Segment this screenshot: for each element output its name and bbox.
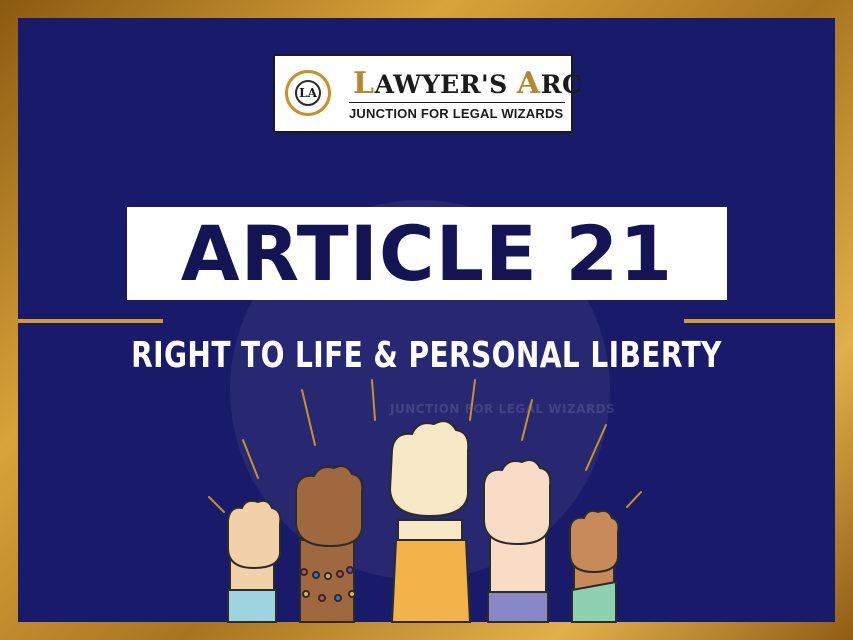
fist-5-icon (569, 509, 620, 623)
fist-3-icon (388, 420, 472, 623)
fist-4-icon (483, 459, 552, 623)
fist-1-icon (227, 499, 282, 623)
fist-2-icon (295, 465, 364, 623)
raised-fists-illustration (227, 420, 620, 623)
